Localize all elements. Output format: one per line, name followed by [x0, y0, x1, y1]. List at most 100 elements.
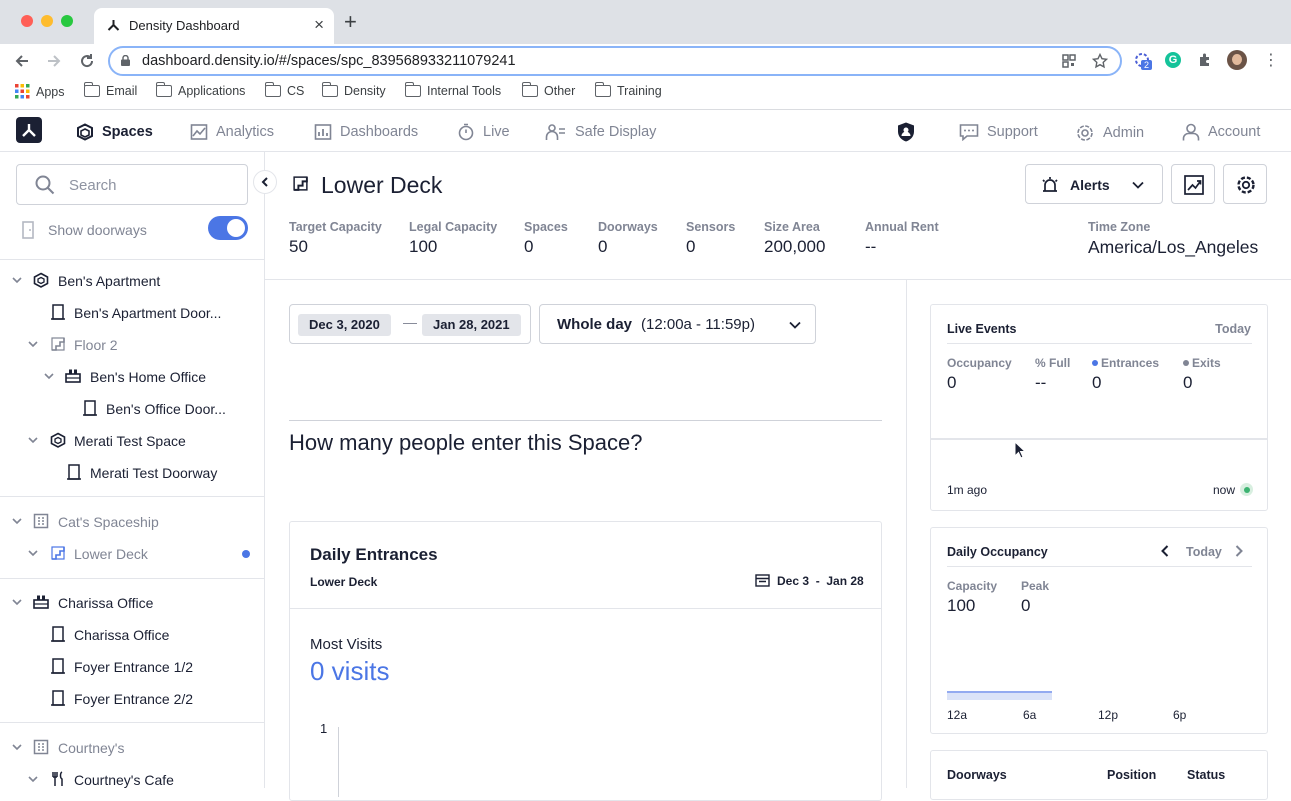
bookmark-internal-tools[interactable]: Internal Tools [404, 82, 501, 98]
grammarly-icon[interactable]: G [1165, 52, 1181, 68]
time-range-select[interactable]: Whole day (12:00a - 11:59p) [539, 304, 816, 344]
space-icon [50, 432, 66, 448]
card-date-range: Dec 3 - Jan 28 [777, 574, 864, 588]
tree-item-bens-apartment[interactable]: Ben's Apartment [58, 273, 160, 289]
chevron-down-icon[interactable] [28, 436, 38, 444]
extensions-puzzle-icon[interactable] [1197, 52, 1213, 68]
search-input[interactable]: Search [69, 177, 117, 194]
qr-code-icon[interactable] [1062, 54, 1076, 68]
chevron-right-icon[interactable] [1235, 545, 1243, 557]
time-range-detail: (12:00a - 11:59p) [641, 316, 755, 333]
bookmark-other[interactable]: Other [521, 82, 575, 98]
tree-item-foyer-entrance-1[interactable]: Foyer Entrance 1/2 [74, 659, 193, 675]
space-sidebar: Search Show doorways Ben's Apartment Ben… [0, 152, 265, 788]
stat-label: Time Zone [1088, 220, 1151, 234]
bookmark-training[interactable]: Training [594, 82, 662, 98]
stat-label: Target Capacity [289, 220, 382, 234]
tree-item-charissa-office[interactable]: Charissa Office [58, 595, 153, 611]
show-doorways-toggle[interactable] [208, 216, 248, 240]
chevron-down-icon[interactable] [12, 743, 22, 751]
metric-value: 0 [947, 373, 957, 392]
back-arrow-icon[interactable] [13, 52, 31, 70]
nav-safe-display[interactable]: Safe Display [545, 123, 656, 141]
alerts-button[interactable]: Alerts [1025, 164, 1163, 204]
tree-item-lower-deck[interactable]: Lower Deck [74, 546, 148, 562]
tree-item-bens-office-door[interactable]: Ben's Office Door... [106, 401, 226, 417]
entrances-dot-icon [1092, 360, 1098, 366]
browser-menu-icon[interactable]: ⋮ [1263, 50, 1279, 70]
close-window-button[interactable] [21, 15, 33, 27]
url-text: dashboard.density.io/#/spaces/spc_839568… [142, 53, 516, 69]
end-date[interactable]: Jan 28, 2021 [422, 314, 521, 336]
exits-dot-icon [1183, 360, 1189, 366]
open-analytics-button[interactable] [1171, 164, 1215, 204]
chevron-left-icon [261, 177, 268, 187]
chevron-down-icon [1132, 181, 1144, 189]
folder-icon [404, 82, 421, 97]
bookmark-cs[interactable]: CS [264, 82, 304, 98]
bookmark-label: Applications [178, 84, 246, 98]
nav-support[interactable]: Support [959, 123, 1038, 141]
maximize-window-button[interactable] [61, 15, 73, 27]
tree-item-bens-apartment-door[interactable]: Ben's Apartment Door... [74, 305, 221, 321]
nav-live[interactable]: Live [457, 123, 510, 141]
bookmark-density[interactable]: Density [321, 82, 386, 98]
metric-value: 0 [1021, 596, 1031, 615]
chevron-down-icon[interactable] [28, 549, 38, 557]
nav-spaces[interactable]: Spaces [76, 123, 153, 141]
extension-icon[interactable]: 2 [1133, 51, 1153, 70]
bookmark-email[interactable]: Email [83, 82, 137, 98]
reload-icon[interactable] [78, 52, 96, 70]
chevron-down-icon[interactable] [12, 517, 22, 525]
shield-user-icon[interactable] [895, 121, 917, 143]
safe-display-icon [545, 124, 565, 140]
tab-close-icon[interactable]: × [314, 15, 324, 35]
tree-item-foyer-entrance-2[interactable]: Foyer Entrance 2/2 [74, 691, 193, 707]
timeline-end-label: now [1212, 483, 1235, 497]
chevron-down-icon[interactable] [44, 372, 54, 380]
nav-analytics[interactable]: Analytics [190, 123, 274, 141]
y-axis-tick: 1 [320, 721, 328, 736]
bookmark-label: Density [344, 84, 386, 98]
chevron-down-icon[interactable] [12, 598, 22, 606]
bookmark-apps[interactable]: Apps [15, 84, 65, 99]
start-date[interactable]: Dec 3, 2020 [298, 314, 391, 336]
bookmark-label: Apps [36, 84, 65, 99]
minimize-window-button[interactable] [41, 15, 53, 27]
forward-arrow-icon[interactable] [45, 52, 63, 70]
chevron-down-icon[interactable] [12, 276, 22, 284]
gear-icon [1237, 176, 1255, 194]
tree-item-bens-home-office[interactable]: Ben's Home Office [90, 369, 206, 385]
collapse-sidebar-button[interactable] [253, 170, 277, 194]
density-logo[interactable] [16, 117, 42, 143]
card-divider [290, 608, 881, 609]
nav-admin[interactable]: Admin [1075, 123, 1144, 143]
tree-item-charissa-office-door[interactable]: Charissa Office [74, 627, 169, 643]
space-settings-button[interactable] [1223, 164, 1267, 204]
chevron-left-icon[interactable] [1161, 545, 1169, 557]
chevron-down-icon[interactable] [28, 775, 38, 783]
nav-account[interactable]: Account [1182, 123, 1260, 141]
doorway-icon [51, 304, 65, 320]
tree-item-merati-test-doorway[interactable]: Merati Test Doorway [90, 465, 217, 481]
metric-label: Peak [1021, 579, 1050, 593]
nav-dashboards[interactable]: Dashboards [314, 123, 418, 141]
search-box[interactable]: Search [16, 164, 248, 205]
tree-item-merati-test-space[interactable]: Merati Test Space [74, 433, 186, 449]
browser-tab[interactable]: Density Dashboard × [94, 8, 334, 44]
tree-item-cats-spaceship[interactable]: Cat's Spaceship [58, 514, 159, 530]
bookmark-applications[interactable]: Applications [155, 82, 246, 98]
chevron-down-icon[interactable] [28, 340, 38, 348]
date-range-picker[interactable]: Dec 3, 2020 — Jan 28, 2021 [289, 304, 531, 344]
column-divider [906, 280, 907, 788]
profile-avatar[interactable] [1227, 50, 1247, 70]
bookmark-star-icon[interactable] [1092, 53, 1108, 69]
stat-value: 100 [409, 237, 438, 256]
stat-label: Size Area [764, 220, 820, 234]
tree-item-courtneys-cafe[interactable]: Courtney's Cafe [74, 772, 174, 788]
new-tab-button[interactable]: + [344, 11, 357, 33]
tree-item-floor-2[interactable]: Floor 2 [74, 337, 118, 353]
tree-item-courtneys[interactable]: Courtney's [58, 740, 124, 756]
daily-occupancy-period: Today [1186, 545, 1222, 559]
address-bar[interactable]: dashboard.density.io/#/spaces/spc_839568… [108, 46, 1122, 76]
